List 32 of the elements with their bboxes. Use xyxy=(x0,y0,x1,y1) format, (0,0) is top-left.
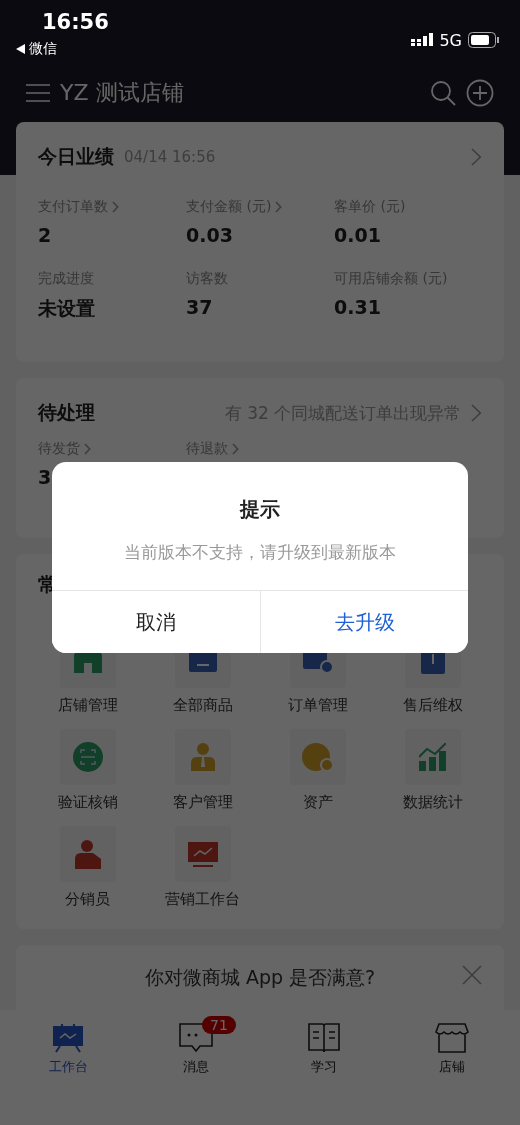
metric-value: 0.01 xyxy=(334,224,382,246)
tool-label[interactable]: 订单管理 xyxy=(287,696,348,715)
tab[interactable]: 店铺 xyxy=(388,1010,516,1125)
back-link[interactable]: 微信 xyxy=(16,40,109,58)
tool-label[interactable]: 资产 xyxy=(302,793,333,812)
tool-label[interactable]: 分销员 xyxy=(65,890,110,909)
tool-label[interactable]: 售后维权 xyxy=(402,696,463,715)
survey-question: 你对微商城 App 是否满意? xyxy=(144,965,376,990)
network-label: 5G xyxy=(439,30,462,50)
metric-value: 0.03 xyxy=(186,224,234,246)
tab[interactable]: 工作台 xyxy=(4,1010,132,1125)
section-title: 待处理 xyxy=(38,400,95,425)
tool-label[interactable]: 客户管理 xyxy=(172,793,233,812)
tool-label[interactable]: 全部商品 xyxy=(172,696,233,715)
tool-label[interactable]: 数据统计 xyxy=(402,793,463,812)
tool-label[interactable]: 营销工作台 xyxy=(165,890,240,909)
tab[interactable]: 学习 xyxy=(260,1010,388,1125)
dialog-title: 提示 xyxy=(238,496,281,523)
tab[interactable]: 消息 71 xyxy=(132,1010,260,1125)
metric-value: 3 xyxy=(38,466,53,488)
section-title: 今日业绩 xyxy=(38,144,114,169)
dialog-message: 当前版本不支持，请升级到最新版本 xyxy=(123,541,397,564)
tool-label[interactable]: 店铺管理 xyxy=(57,696,118,715)
metric-value: 37 xyxy=(186,296,214,318)
tool-label[interactable]: 验证核销 xyxy=(57,793,118,812)
clock-time: 16:56 xyxy=(41,10,109,34)
store-title: YZ 测试店铺 xyxy=(60,78,185,107)
unread-badge: 71 xyxy=(202,1016,236,1034)
upgrade-button[interactable]: 去升级 xyxy=(260,591,468,653)
metric-value: 0.31 xyxy=(334,296,382,318)
metric-value: 未设置 xyxy=(38,296,96,321)
metric-value: 2 xyxy=(38,224,53,246)
